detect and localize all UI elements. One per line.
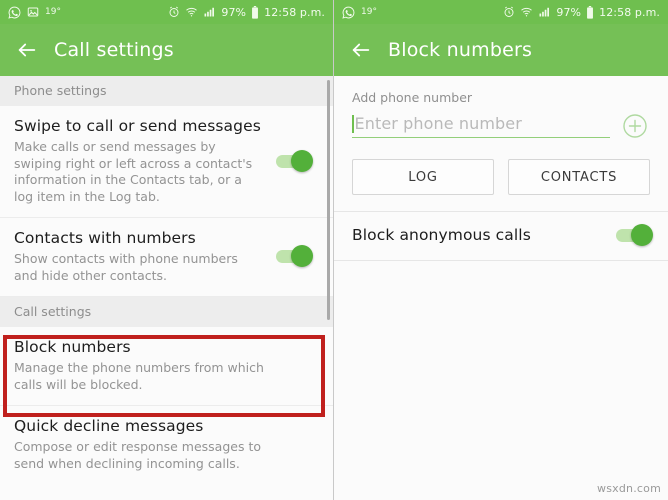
list-item-text: Swipe to call or send messages Make call… <box>14 117 267 205</box>
status-bar-left: 19° 97% 12:58 p.m. <box>0 0 333 24</box>
temperature-label: 19° <box>361 7 377 17</box>
plus-circle-icon[interactable] <box>620 111 650 141</box>
log-button[interactable]: LOG <box>352 159 494 195</box>
list-item-subtitle: Show contacts with phone numbers and hid… <box>14 251 238 283</box>
list-item-text: Contacts with numbers Show contacts with… <box>14 229 267 284</box>
add-phone-number-block: Add phone number Enter phone number <box>334 76 668 141</box>
list-item-title: Quick decline messages <box>14 417 204 435</box>
wifi-icon <box>520 6 533 18</box>
list-item-control <box>267 245 319 267</box>
alarm-icon <box>168 6 180 18</box>
settings-list[interactable]: Phone settings Swipe to call or send mes… <box>0 76 333 500</box>
clock-label: 12:58 p.m. <box>599 5 660 19</box>
phone-number-placeholder: Enter phone number <box>354 114 522 133</box>
text-caret <box>352 114 354 133</box>
battery-icon <box>251 5 259 19</box>
signal-icon <box>203 6 216 18</box>
signal-icon <box>538 6 551 18</box>
vertical-scrollbar[interactable] <box>327 80 330 320</box>
list-item-quick-decline-messages[interactable]: Quick decline messages Compose or edit r… <box>0 406 333 484</box>
temperature-label: 19° <box>45 7 61 17</box>
dual-screenshot-container: 19° 97% 12:58 p.m. Call settings Phone s… <box>0 0 668 500</box>
list-item-contacts-with-numbers[interactable]: Contacts with numbers Show contacts with… <box>0 218 333 297</box>
app-bar-left: Call settings <box>0 24 333 76</box>
add-phone-number-label: Add phone number <box>352 90 473 105</box>
right-phone-screen: 19° 97% 12:58 p.m. Block numbers Add pho… <box>334 0 668 500</box>
toggle-knob <box>291 245 313 267</box>
list-item-subtitle: Compose or edit response messages to sen… <box>14 439 262 471</box>
list-item-text: Quick decline messages Compose or edit r… <box>14 417 319 472</box>
toggle-knob <box>291 149 313 172</box>
status-bar-right-icons: 97% 12:58 p.m. <box>168 5 325 19</box>
watermark-label: wsxdn.com <box>597 482 661 495</box>
list-item-swipe-to-call[interactable]: Swipe to call or send messages Make call… <box>0 106 333 218</box>
list-item-text: Block numbers Manage the phone numbers f… <box>14 338 319 393</box>
toggle-knob <box>631 223 653 246</box>
image-icon <box>27 6 39 18</box>
toggle-swipe-to-call[interactable] <box>276 149 313 172</box>
battery-percent-label: 97% <box>556 5 582 19</box>
add-phone-number-row: Enter phone number <box>352 111 650 141</box>
list-item-title: Contacts with numbers <box>14 229 196 247</box>
alarm-icon <box>503 6 515 18</box>
contacts-button[interactable]: CONTACTS <box>508 159 650 195</box>
back-arrow-icon[interactable] <box>14 37 40 63</box>
block-numbers-body: Add phone number Enter phone number LOG … <box>334 76 668 500</box>
whatsapp-icon <box>8 6 21 19</box>
clock-label: 12:58 p.m. <box>264 5 325 19</box>
toggle-contacts-with-numbers[interactable] <box>276 245 313 267</box>
wifi-icon <box>185 6 198 18</box>
list-item-title: Swipe to call or send messages <box>14 117 261 135</box>
toggle-block-anonymous-calls[interactable] <box>616 223 653 246</box>
block-anonymous-label: Block anonymous calls <box>352 226 531 244</box>
status-bar-right: 19° 97% 12:58 p.m. <box>334 0 668 24</box>
section-header-phone-settings: Phone settings <box>0 76 333 106</box>
app-bar-right: Block numbers <box>334 24 668 76</box>
back-arrow-icon[interactable] <box>348 37 374 63</box>
list-item-subtitle: Manage the phone numbers from which call… <box>14 360 264 392</box>
page-title: Block numbers <box>388 39 533 61</box>
phone-number-input[interactable]: Enter phone number <box>352 114 610 138</box>
list-item-title: Block numbers <box>14 338 131 356</box>
section-header-call-settings: Call settings <box>0 297 333 327</box>
whatsapp-icon <box>342 6 355 19</box>
source-buttons-row: LOG CONTACTS <box>334 141 668 211</box>
battery-icon <box>586 5 594 19</box>
left-phone-screen: 19° 97% 12:58 p.m. Call settings Phone s… <box>0 0 334 500</box>
status-bar-left-icons: 19° <box>8 6 168 19</box>
page-title: Call settings <box>54 39 174 61</box>
list-item-control <box>267 149 319 172</box>
list-item-block-anonymous-calls[interactable]: Block anonymous calls <box>334 212 668 261</box>
status-bar-right-icons: 97% 12:58 p.m. <box>503 5 660 19</box>
list-item-subtitle: Make calls or send messages by swiping r… <box>14 139 253 204</box>
status-bar-left-icons: 19° <box>342 6 503 19</box>
list-item-block-numbers[interactable]: Block numbers Manage the phone numbers f… <box>0 327 333 406</box>
battery-percent-label: 97% <box>221 5 247 19</box>
